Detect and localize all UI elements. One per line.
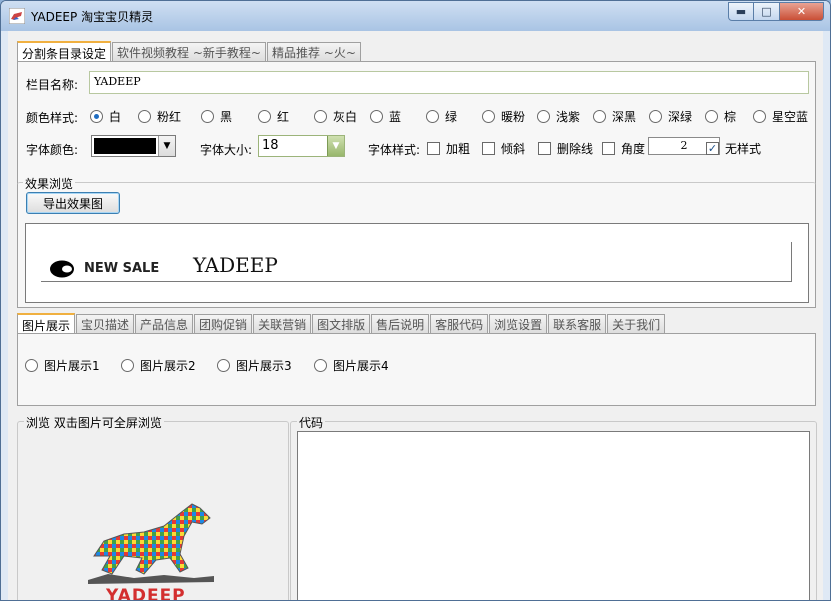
radio-dot — [370, 110, 383, 123]
tab-item-description[interactable]: 宝贝描述 — [76, 314, 135, 334]
window-title: YADEEP 淘宝宝贝精灵 — [31, 10, 154, 24]
sale-logo-icon — [50, 260, 74, 278]
color-option-brown[interactable]: 棕 — [705, 108, 736, 125]
color-option-gray-white[interactable]: 灰白 — [314, 108, 357, 125]
color-option-starry-blue[interactable]: 星空蓝 — [753, 108, 808, 125]
font-size-value: 18 — [262, 138, 279, 153]
bottom-tab-strip: 图片展示 宝贝描述 产品信息 团购促销 关联营销 图文排版 售后说明 客服代码 … — [17, 312, 666, 335]
font-color-label: 字体颜色: — [26, 143, 79, 157]
color-option-blue[interactable]: 蓝 — [370, 108, 401, 125]
radio-dot — [25, 359, 38, 372]
color-option-red[interactable]: 红 — [258, 108, 289, 125]
check-icon: ✓ — [706, 142, 719, 155]
banner-badge: NEW SALE — [84, 261, 160, 276]
radio-dot — [482, 110, 495, 123]
tab-product-info[interactable]: 产品信息 — [135, 314, 194, 334]
color-style-label: 颜色样式: — [26, 111, 79, 125]
code-group: 代码 — [290, 414, 817, 600]
logo-image[interactable]: YADEEP — [84, 496, 220, 601]
settings-panel: 栏目名称: YADEEP 颜色样式: 白 粉红 黑 红 灰白 蓝 绿 暖粉 浅紫… — [17, 61, 816, 308]
minimize-button[interactable]: ▬ — [728, 2, 754, 21]
code-group-title: 代码 — [297, 414, 326, 431]
checkbox-box — [602, 142, 615, 155]
checkbox-box — [427, 142, 440, 155]
image-display-option-3[interactable]: 图片展示3 — [217, 357, 292, 374]
color-option-dark-green[interactable]: 深绿 — [649, 108, 692, 125]
checkbox-box — [538, 142, 551, 155]
tab-group-promo[interactable]: 团购促销 — [194, 314, 253, 334]
app-icon — [8, 7, 26, 25]
color-option-pink-red[interactable]: 粉红 — [138, 108, 181, 125]
radio-dot — [649, 110, 662, 123]
tab-browse-settings[interactable]: 浏览设置 — [489, 314, 548, 334]
top-tab-strip: 分割条目录设定 软件视频教程 ~新手教程~ 精品推荐 ~火~ — [17, 40, 362, 63]
style-strikethrough-checkbox[interactable]: 删除线 — [538, 140, 593, 157]
radio-dot — [314, 359, 327, 372]
maximize-button[interactable]: □ — [754, 2, 780, 21]
image-display-option-2[interactable]: 图片展示2 — [121, 357, 196, 374]
radio-dot — [537, 110, 550, 123]
radio-dot — [201, 110, 214, 123]
browse-group-title: 浏览 双击图片可全屏浏览 — [24, 414, 164, 431]
image-display-option-1[interactable]: 图片展示1 — [25, 357, 100, 374]
column-name-label: 栏目名称: — [26, 78, 79, 92]
radio-dot — [426, 110, 439, 123]
image-display-option-4[interactable]: 图片展示4 — [314, 357, 389, 374]
browse-group: 浏览 双击图片可全屏浏览 YADEEP — [17, 414, 289, 601]
radio-dot — [217, 359, 230, 372]
radio-dot — [753, 110, 766, 123]
radio-dot — [258, 110, 271, 123]
export-preview-button[interactable]: 导出效果图 — [26, 192, 120, 214]
radio-dot — [121, 359, 134, 372]
preview-canvas: NEW SALE YADEEP — [25, 223, 809, 303]
tab-service-code[interactable]: 客服代码 — [430, 314, 489, 334]
style-italic-checkbox[interactable]: 倾斜 — [482, 140, 525, 157]
radio-dot — [593, 110, 606, 123]
radio-dot — [90, 110, 103, 123]
image-display-panel: 图片展示1 图片展示2 图片展示3 图片展示4 — [17, 333, 816, 406]
style-angle-checkbox[interactable]: 角度 — [602, 140, 645, 157]
font-color-swatch — [94, 138, 156, 154]
color-option-white[interactable]: 白 — [90, 108, 121, 125]
tab-image-display[interactable]: 图片展示 — [17, 313, 76, 335]
color-option-deep-black[interactable]: 深黑 — [593, 108, 636, 125]
tab-video-tutorials[interactable]: 软件视频教程 ~新手教程~ — [112, 42, 266, 62]
close-button[interactable]: ✕ — [780, 2, 824, 21]
color-option-warm-pink[interactable]: 暖粉 — [482, 108, 525, 125]
style-bold-checkbox[interactable]: 加粗 — [427, 140, 470, 157]
checkbox-box — [482, 142, 495, 155]
title-bar[interactable]: YADEEP 淘宝宝贝精灵 ▬ □ ✕ — [1, 1, 830, 31]
preview-group-title: 效果浏览 — [23, 175, 76, 192]
color-option-green[interactable]: 绿 — [426, 108, 457, 125]
no-style-checkbox[interactable]: ✓ 无样式 — [706, 140, 761, 157]
font-size-label: 字体大小: — [200, 143, 253, 157]
color-option-black[interactable]: 黑 — [201, 108, 232, 125]
tab-after-sales[interactable]: 售后说明 — [371, 314, 430, 334]
horse-logo-icon — [88, 503, 214, 584]
client-area: 分割条目录设定 软件视频教程 ~新手教程~ 精品推荐 ~火~ 栏目名称: YAD… — [8, 31, 823, 601]
tab-about-us[interactable]: 关于我们 — [607, 314, 666, 334]
tab-recommended[interactable]: 精品推荐 ~火~ — [266, 42, 361, 62]
radio-dot — [314, 110, 327, 123]
logo-text: YADEEP — [106, 586, 186, 601]
tab-segment-settings[interactable]: 分割条目录设定 — [17, 41, 112, 63]
color-option-light-purple[interactable]: 浅紫 — [537, 108, 580, 125]
app-window: YADEEP 淘宝宝贝精灵 ▬ □ ✕ 分割条目录设定 软件视频教程 ~新手教程… — [0, 0, 831, 601]
tab-contact-service[interactable]: 联系客服 — [548, 314, 607, 334]
font-size-select[interactable]: 18 ▼ — [258, 135, 345, 157]
column-name-input[interactable]: YADEEP — [89, 71, 809, 94]
font-color-picker[interactable]: ▼ — [91, 135, 176, 157]
window-controls: ▬ □ ✕ — [728, 2, 824, 21]
chevron-down-icon: ▼ — [158, 136, 175, 156]
radio-dot — [705, 110, 718, 123]
font-style-label: 字体样式: — [368, 143, 421, 157]
tab-related-marketing[interactable]: 关联营销 — [253, 314, 312, 334]
banner-text: YADEEP — [193, 253, 278, 277]
tab-layout[interactable]: 图文排版 — [312, 314, 371, 334]
chevron-down-icon: ▼ — [327, 136, 344, 156]
code-textarea[interactable] — [297, 431, 810, 600]
radio-dot — [138, 110, 151, 123]
